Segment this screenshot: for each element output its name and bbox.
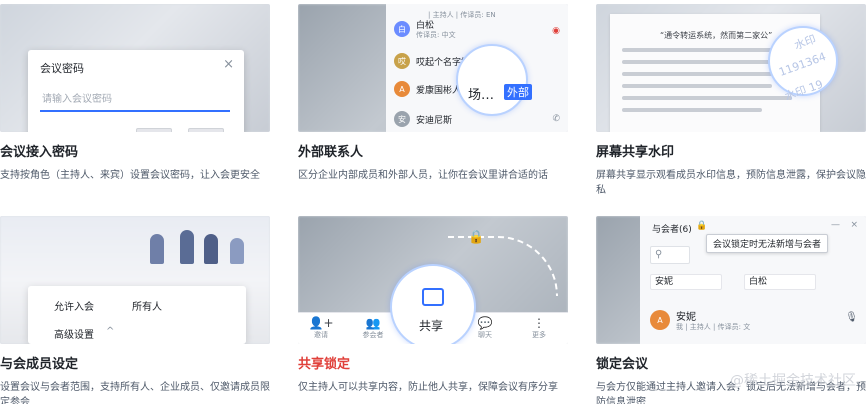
member-chip: 白松 xyxy=(744,274,816,290)
panel-title: 与会者(6) xyxy=(652,225,692,235)
password-input xyxy=(40,88,230,112)
record-icon: ◉ xyxy=(552,26,560,36)
avatar: A xyxy=(650,310,670,330)
participants-icon: 👥 参会者 xyxy=(362,316,384,339)
list-item: 安 安迪尼斯 xyxy=(394,108,452,130)
avatar: 白 xyxy=(394,21,410,37)
card-description: 区分企业内部成员和外部人员，让你在会议里讲合适的话 xyxy=(298,170,548,181)
feature-card-meeting-password[interactable]: 会议密码 × 会议接入密码 支持按角色（主持人、来宾）设置会议密码，让入会更安全 xyxy=(0,4,272,183)
confirm-button xyxy=(188,128,224,132)
lock-tooltip: 会议锁定时无法新增与会者 xyxy=(706,234,829,253)
card-description: 仅主持人可以共享内容，防止他人共享，保障会议有序分享 xyxy=(298,382,558,393)
feature-thumbnail: 会议密码 × xyxy=(0,4,270,132)
magnified-text: 场… xyxy=(468,88,495,103)
member-row: A 安妮我 | 主持人 | 传译员: 文 xyxy=(650,308,750,332)
close-icon: × xyxy=(850,220,858,230)
lock-icon: 🔒 xyxy=(468,230,485,245)
feature-card-member-settings[interactable]: 允许入会 所有人 高级设置 ^ 与会成员设定 设置会议与会者范围，支持所有人、企… xyxy=(0,216,272,404)
mic-icon: 🎙 xyxy=(845,312,858,323)
card-description: 设置会议与会者范围，支持所有人、企业成员、仅邀请成员限定参会 xyxy=(0,382,270,404)
invite-icon: 👤+ 邀请 xyxy=(308,316,334,339)
member-chip: 安妮 xyxy=(650,274,722,290)
magnifier-lens xyxy=(456,44,528,116)
lock-icon: 🔒 xyxy=(696,221,708,231)
card-title: 屏幕共享水印 xyxy=(596,145,675,160)
external-badge: 外部 xyxy=(504,84,532,100)
phone-icon: ✆ xyxy=(552,114,560,124)
close-icon: × xyxy=(223,57,234,72)
avatar: 哎 xyxy=(394,53,410,69)
allow-join-value: 所有人 xyxy=(132,302,162,313)
avatar: A xyxy=(394,81,410,97)
avatar: 安 xyxy=(394,111,410,127)
document-title: “通令转运系统，然而第二家公” xyxy=(660,31,773,40)
chat-icon: 💬 聊天 xyxy=(477,316,493,339)
settings-panel: 允许入会 所有人 高级设置 ^ xyxy=(28,286,246,344)
cancel-button xyxy=(136,128,172,132)
card-title: 共享锁定 xyxy=(298,357,351,372)
card-title: 外部联系人 xyxy=(298,145,364,160)
footer-watermark: @稀土掘金技术社区 xyxy=(730,373,856,389)
chevron-up-icon: ^ xyxy=(106,326,115,337)
feature-thumbnail: 与会者(6) 🔒 — × 会议锁定时无法新增与会者 ⚲ 安妮 白松 A 安妮我 … xyxy=(596,216,866,344)
feature-card-screen-watermark[interactable]: “通令转运系统，然而第二家公” 水印 1191364 水印 19 屏幕共享水印 … xyxy=(596,4,866,198)
participants-panel: 与会者(6) 🔒 — × 会议锁定时无法新增与会者 ⚲ 安妮 白松 A 安妮我 … xyxy=(640,216,866,344)
people-illustration xyxy=(140,224,260,264)
feature-thumbnail: 允许入会 所有人 高级设置 ^ xyxy=(0,216,270,344)
allow-join-label: 允许入会 xyxy=(54,302,94,313)
card-description: 支持按角色（主持人、来宾）设置会议密码，让入会更安全 xyxy=(0,170,260,181)
feature-thumbnail: | 主持人 | 传译员: EN 白 白松 传译员: 中文 ◉ 哎 哎起个名字好麻 … xyxy=(298,4,568,132)
card-description: 屏幕共享显示观看成员水印信息，预防信息泄露，保护会议隐私 xyxy=(596,170,866,196)
advanced-settings-label: 高级设置 xyxy=(54,330,94,341)
search-icon: ⚲ xyxy=(650,246,690,264)
more-icon: ⋮ 更多 xyxy=(532,316,546,339)
password-dialog: 会议密码 × xyxy=(28,50,244,132)
share-screen-icon xyxy=(422,288,444,306)
feature-thumbnail: “通令转运系统，然而第二家公” 水印 1191364 水印 19 xyxy=(596,4,866,132)
card-title: 会议接入密码 xyxy=(0,145,79,160)
minimize-icon: — xyxy=(831,220,840,230)
feature-card-share-lock[interactable]: 🔒 👤+ 邀请 👥 参会者 💬 聊天 ⋮ 更多 共享 共享锁定 仅主持人可以共享内容，防… xyxy=(298,216,570,395)
feature-thumbnail: 🔒 👤+ 邀请 👥 参会者 💬 聊天 ⋮ 更多 共享 xyxy=(298,216,568,344)
share-label: 共享 xyxy=(419,319,444,333)
feature-card-external-contacts[interactable]: | 主持人 | 传译员: EN 白 白松 传译员: 中文 ◉ 哎 哎起个名字好麻 … xyxy=(298,4,570,183)
list-item: 白 白松 传译员: 中文 xyxy=(394,18,456,40)
card-title: 与会成员设定 xyxy=(0,357,79,372)
dialog-title: 会议密码 xyxy=(40,62,84,75)
